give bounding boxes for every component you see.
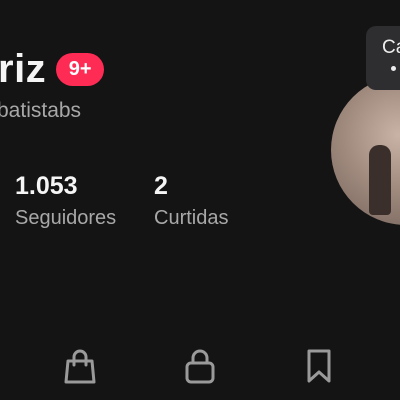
profile-display-name: riz: [0, 47, 47, 91]
tab-shop[interactable]: [60, 346, 100, 386]
lock-icon: [185, 349, 215, 384]
tooltip-dot: [391, 66, 396, 71]
profile-avatar[interactable]: [331, 75, 400, 225]
tab-private[interactable]: [180, 346, 220, 386]
likes-count: 2: [154, 172, 168, 200]
avatar-photo-figure: [369, 145, 391, 215]
tooltip-bubble[interactable]: Ca: [366, 26, 400, 90]
profile-screen: riz 9+ batistabs 1.053 Seguidores 2 Curt…: [0, 0, 400, 400]
shopping-bag-icon: [64, 349, 96, 384]
notification-badge[interactable]: 9+: [56, 52, 105, 86]
bookmark-icon: [307, 349, 331, 383]
tooltip-text: Ca: [382, 37, 400, 58]
followers-count: 1.053: [15, 172, 78, 200]
tab-saved[interactable]: [299, 346, 339, 386]
followers-label: Seguidores: [15, 207, 117, 229]
likes-stat[interactable]: 2 Curtidas: [154, 172, 228, 230]
likes-label: Curtidas: [154, 207, 229, 229]
followers-stat[interactable]: 1.053 Seguidores: [15, 172, 116, 230]
profile-name-row: riz 9+: [0, 44, 105, 94]
profile-username: batistabs: [0, 99, 82, 122]
